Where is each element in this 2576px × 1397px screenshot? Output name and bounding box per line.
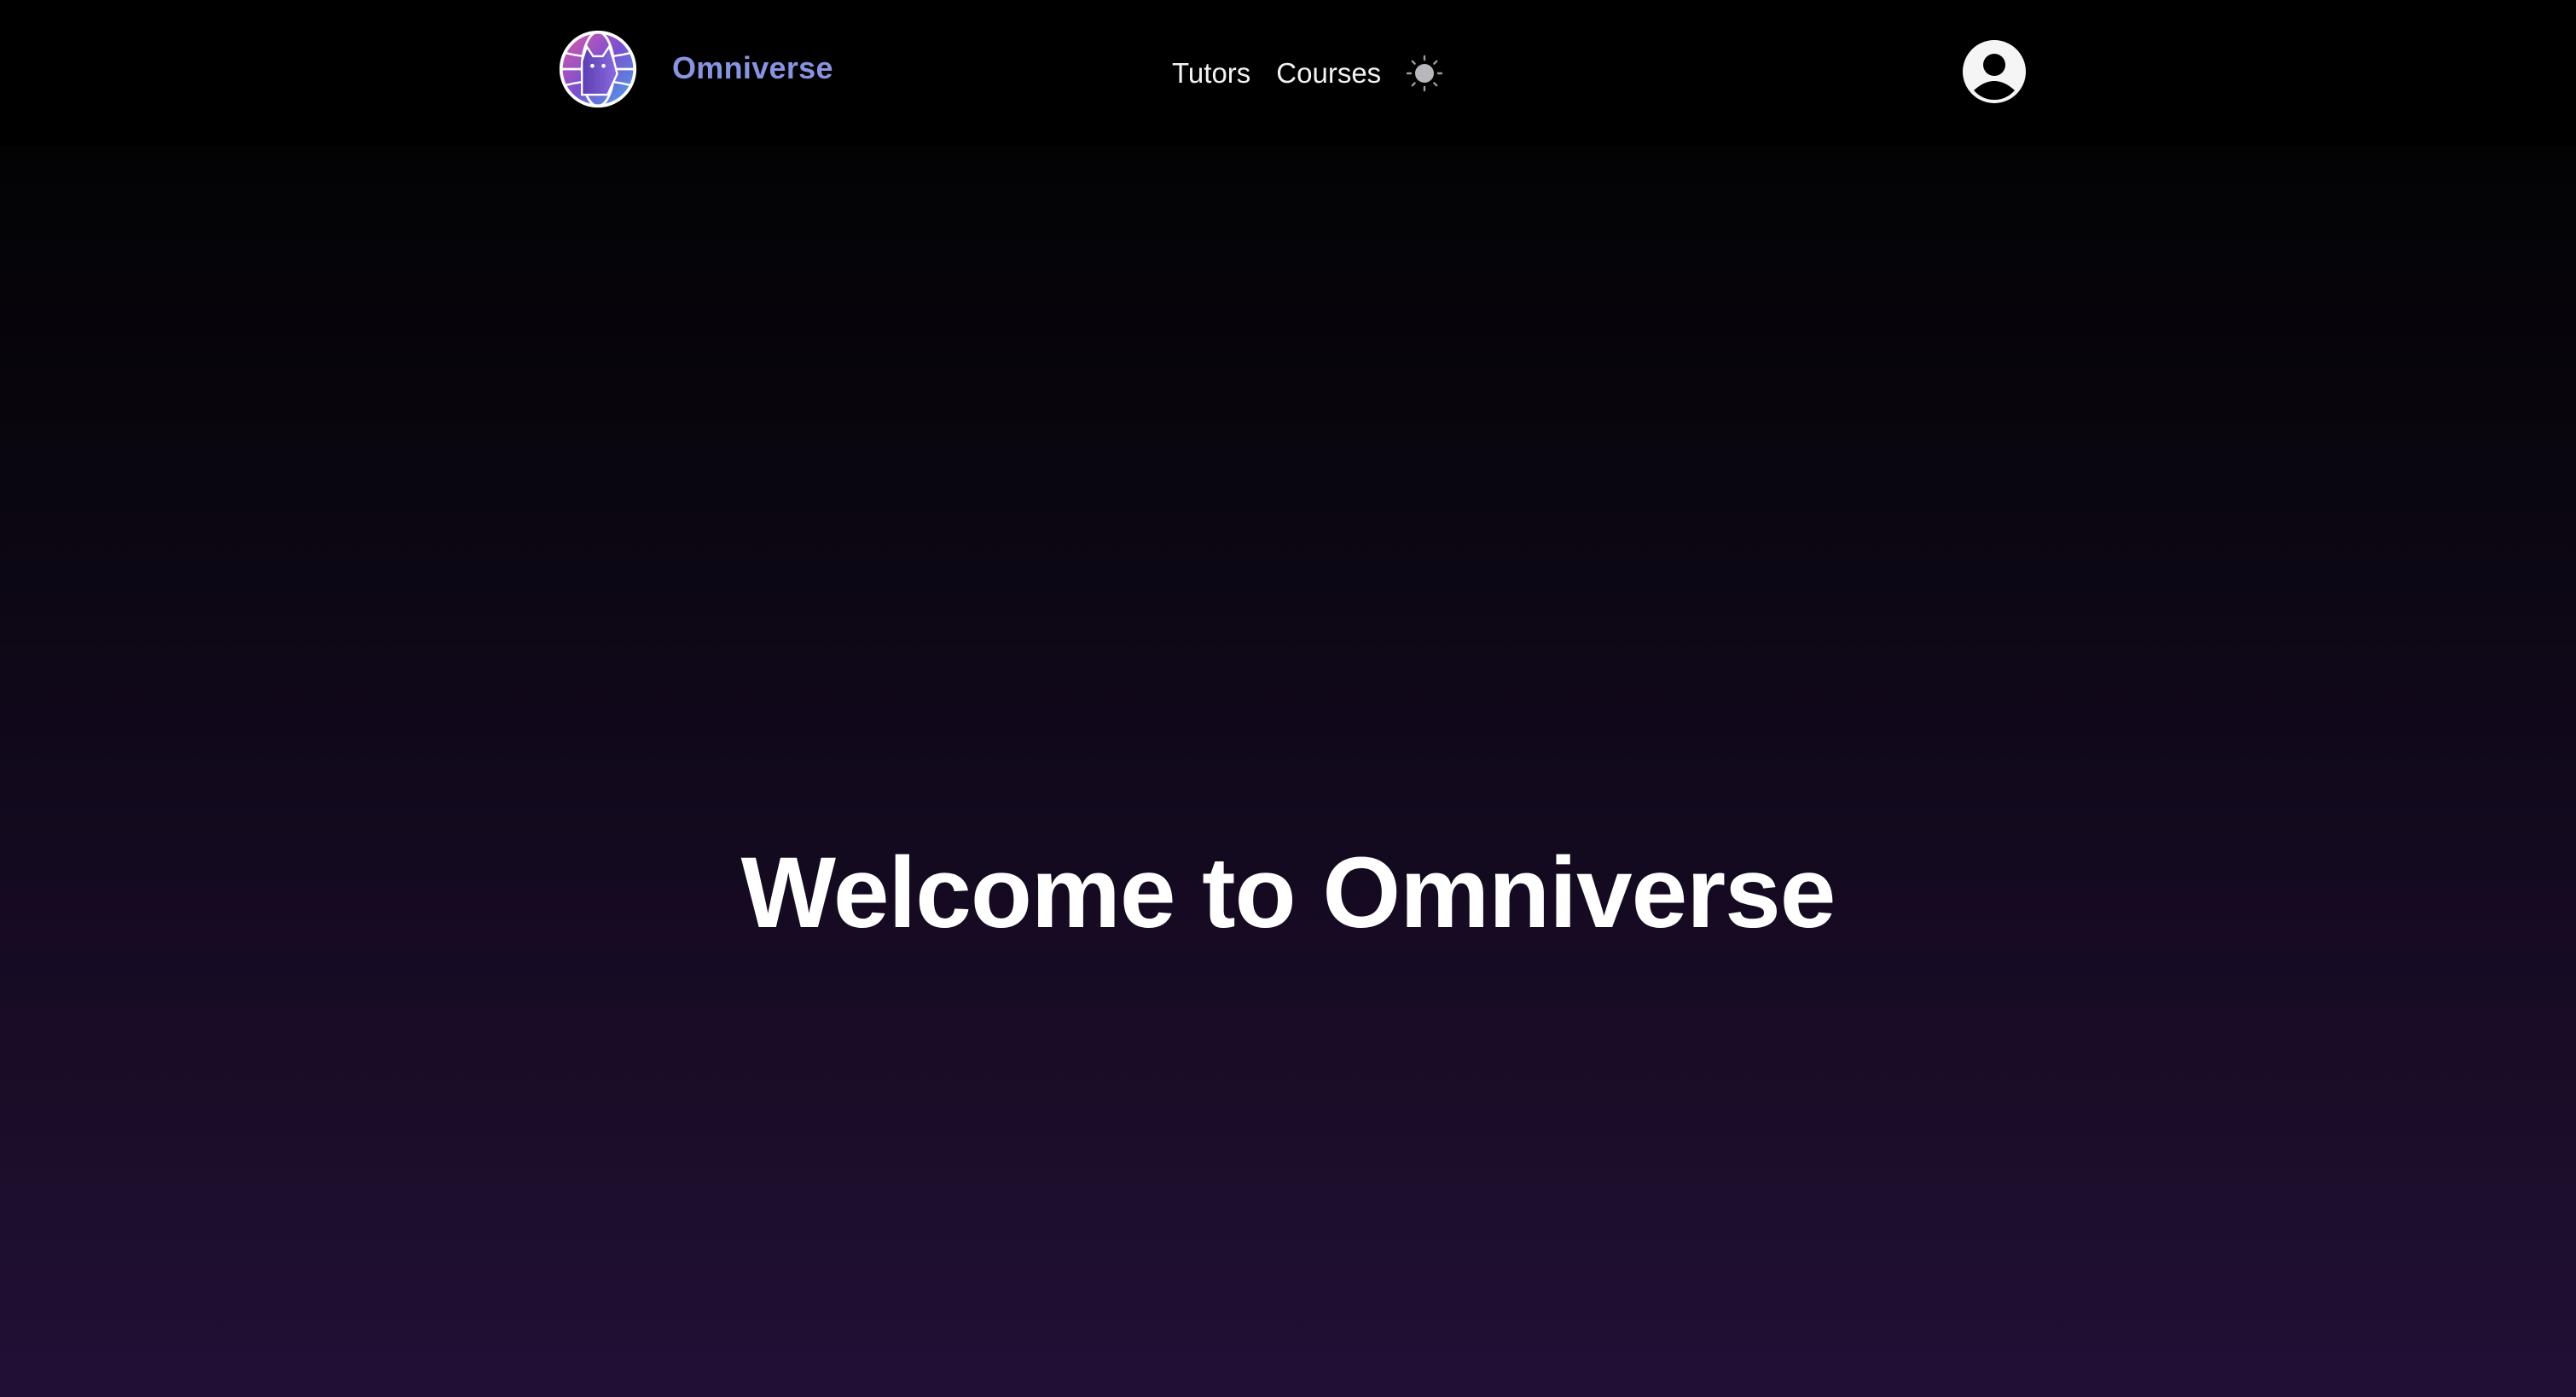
- brand-name[interactable]: Omniverse: [672, 49, 833, 87]
- nav-link-courses[interactable]: Courses: [1276, 55, 1381, 92]
- top-navbar: Omniverse Tutors Courses: [0, 0, 2576, 147]
- hero-title: Welcome to Omniverse: [740, 837, 1836, 950]
- sun-icon[interactable]: [1406, 55, 1443, 92]
- nav-link-tutors[interactable]: Tutors: [1172, 55, 1250, 92]
- user-circle-icon[interactable]: [1962, 39, 2027, 104]
- wolf-globe-logo-icon[interactable]: [558, 29, 638, 109]
- main-nav: Tutors Courses: [1172, 49, 1407, 97]
